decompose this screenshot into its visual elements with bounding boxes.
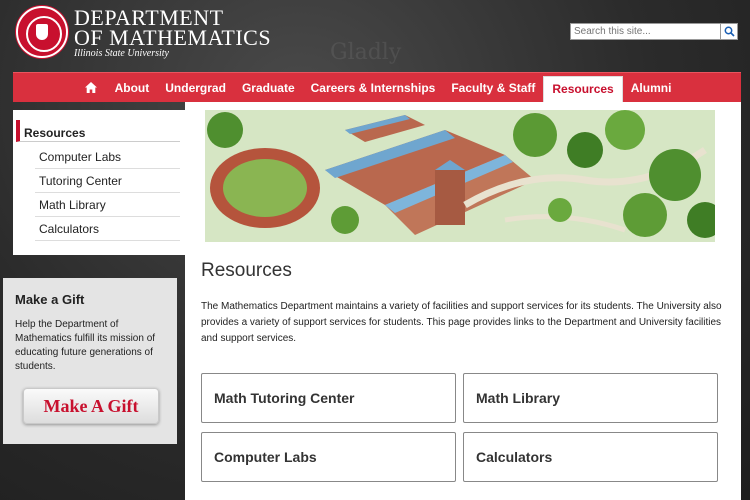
nav-graduate[interactable]: Graduate [234,73,303,103]
section-sidebar: Resources Computer Labs Tutoring Center … [13,110,185,255]
search-input[interactable] [570,23,721,40]
campus-illustration-banner [205,110,715,242]
sidebar-item-tutoring-center[interactable]: Tutoring Center [35,169,180,193]
nav-resources[interactable]: Resources [543,75,623,103]
page-title: Resources [201,260,292,281]
make-a-gift-panel: Make a Gift Help the Department of Mathe… [3,278,177,444]
sidebar-nav: Computer Labs Tutoring Center Math Libra… [35,145,180,241]
nav-faculty-staff[interactable]: Faculty & Staff [443,73,543,103]
tile-calculators[interactable]: Calculators [463,432,718,482]
search-icon [724,26,735,37]
university-seal-logo[interactable] [16,6,68,58]
sidebar-item-math-library[interactable]: Math Library [35,193,180,217]
campus-illustration [205,110,715,242]
main-content: Resources The Mathematics Department mai… [185,102,741,500]
tile-math-tutoring-center[interactable]: Math Tutoring Center [201,373,456,423]
gift-description: Help the Department of Mathematics fulfi… [15,319,156,372]
department-wordmark[interactable]: DEPARTMENT OF MATHEMATICS Illinois State… [74,7,272,60]
sidebar-item-calculators[interactable]: Calculators [35,217,180,241]
nav-home[interactable] [75,73,107,103]
tile-math-library[interactable]: Math Library [463,373,718,423]
nav-careers-internships[interactable]: Careers & Internships [303,73,444,103]
intro-paragraph: The Mathematics Department maintains a v… [201,301,722,344]
nav-alumni[interactable]: Alumni [623,73,680,103]
sidebar-item-computer-labs[interactable]: Computer Labs [35,145,180,169]
search-button[interactable] [721,23,738,40]
site-search [570,23,740,40]
gift-title: Make a Gift [15,292,85,307]
sidebar-title[interactable]: Resources [16,120,180,142]
dept-title-line2: OF MATHEMATICS [74,25,272,50]
nav-about[interactable]: About [107,73,158,103]
make-a-gift-button[interactable]: Make A Gift [23,388,159,424]
tile-computer-labs[interactable]: Computer Labs [201,432,456,482]
nav-undergrad[interactable]: Undergrad [157,73,234,103]
home-icon [84,82,97,93]
main-navigation: About Undergrad Graduate Careers & Inter… [13,72,741,103]
site-header: DEPARTMENT OF MATHEMATICS Illinois State… [0,0,750,72]
